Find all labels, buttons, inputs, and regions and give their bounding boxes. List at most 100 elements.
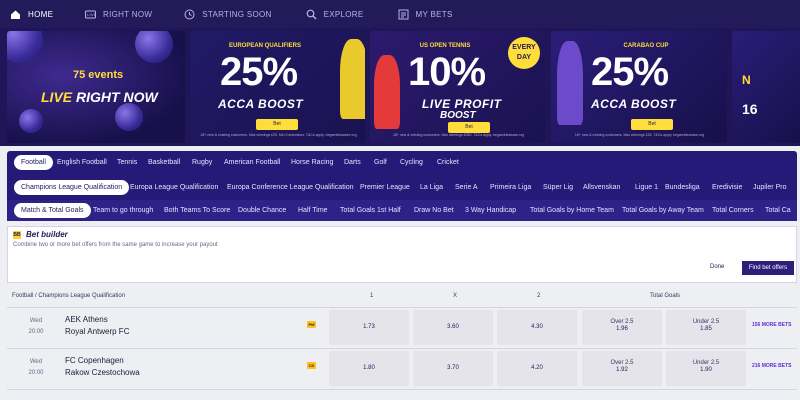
banner-boost-line2: BOOST [440,110,476,121]
nav-home[interactable]: HOME [0,0,65,28]
nav-explore[interactable]: EXPLORE [296,0,374,28]
sport-pill[interactable]: American Football [224,155,280,170]
banner-us-open-tennis[interactable]: EVERY DAY US OPEN TENNIS 10% LIVE PROFIT… [370,31,545,143]
market-pill[interactable]: Half Time [298,203,328,218]
market-pill[interactable]: Total Corners [712,203,754,218]
market-pill[interactable]: Team to go through [93,203,153,218]
competition-pill-selected[interactable]: Champions League Qualification [14,180,130,195]
sport-pill[interactable]: Cricket [437,155,459,170]
banner-terms: 18+ new & existing customers. Max winnin… [392,133,525,137]
nav-explore-label: EXPLORE [323,9,364,19]
event-time: 20:00 [28,329,44,335]
event-list-header: Football / Champions League Qualificatio… [7,287,797,307]
odds-draw[interactable]: 3.70 [413,351,493,386]
banner-tag: US OPEN TENNIS [419,43,471,49]
event-list: Football / Champions League Qualificatio… [7,287,797,400]
banner-boost: LIVE PROFIT [422,97,502,111]
competition-pill[interactable]: Ligue 1 [635,180,658,195]
odds-away[interactable]: 4.20 [497,351,577,386]
odds-draw[interactable]: 3.60 [413,310,493,345]
every-day-badge: EVERY DAY [508,37,540,69]
nav-my-bets[interactable]: MY BETS [388,0,463,28]
done-button[interactable]: Done [710,264,724,270]
nav-starting-soon[interactable]: STARTING SOON [174,0,281,28]
competition-pill[interactable]: Europa League Qualification [130,180,218,195]
banner-boost: ACCA BOOST [591,97,677,111]
market-pill[interactable]: Draw No Bet [414,203,454,218]
competition-pill[interactable]: La Liga [420,180,443,195]
nav-right-now[interactable]: LIVE RIGHT NOW [75,0,162,28]
sport-pill[interactable]: Darts [344,155,361,170]
more-bets-link[interactable]: 156 MORE BETS [752,322,791,328]
odds-under[interactable]: Under 2.5 1.90 [666,351,746,386]
promo-carousel: 75 events LIVE RIGHT NOW EUROPEAN QUALIF… [0,28,800,146]
odds-under[interactable]: Under 2.5 1.85 [666,310,746,345]
football-graphic [135,31,173,63]
odds-home[interactable]: 1.73 [329,310,409,345]
market-pill[interactable]: Total Goals 1st Half [340,203,401,218]
nav-right-now-label: RIGHT NOW [103,9,153,19]
clock-icon [184,9,195,20]
competition-pill[interactable]: Bundesliga [665,180,700,195]
market-pill[interactable]: Total Goals by Away Team [622,203,704,218]
banner-european-qualifiers[interactable]: EUROPEAN QUALIFIERS 25% ACCA BOOST Bet 1… [190,31,365,143]
competition-pill[interactable]: Primeira Liga [490,180,531,195]
breadcrumb[interactable]: Football / Champions League Qualificatio… [12,293,125,299]
sport-pill[interactable]: Cycling [400,155,423,170]
competition-pill[interactable]: Jupiler Pro [753,180,786,195]
away-team[interactable]: Royal Antwerp FC [65,327,129,336]
divider [7,348,797,349]
banner-next[interactable]: N 16 [732,31,800,143]
competition-pill[interactable]: Serie A [455,180,478,195]
event-day: Wed [29,359,43,365]
sport-pill[interactable]: Horse Racing [291,155,333,170]
more-bets-link[interactable]: 216 MORE BETS [752,363,791,369]
sport-pill[interactable]: English Football [57,155,107,170]
competition-pill[interactable]: Süper Lig [543,180,573,195]
banner-peek-text: 16 [742,101,758,117]
away-team[interactable]: Rakow Czestochowa [65,368,140,377]
event-time: 20:00 [28,370,44,376]
table-row[interactable]: Wed 20:00 FC Copenhagen Rakow Czestochow… [7,350,797,388]
sport-pill[interactable]: Basketball [148,155,180,170]
market-pill[interactable]: Both Teams To Score [164,203,230,218]
bet-builder-icon: BB [13,231,21,239]
market-pill-selected[interactable]: Match & Total Goals [14,203,91,218]
home-team[interactable]: AEK Athens [65,315,108,324]
search-icon [306,9,317,20]
live-tv-icon: LIVE [85,9,96,20]
bet-builder-title: Bet builder [26,230,68,239]
home-team[interactable]: FC Copenhagen [65,356,124,365]
competition-pill[interactable]: Europa Conference League Qualification [227,180,353,195]
football-graphic [115,103,143,131]
odds-home[interactable]: 1.80 [329,351,409,386]
sport-pill[interactable]: Golf [374,155,387,170]
competition-pill[interactable]: Eredivisie [712,180,742,195]
banner-bet-button[interactable]: Bet [448,122,490,133]
competition-pill[interactable]: Allsvenskan [583,180,620,195]
nav-starting-soon-label: STARTING SOON [202,9,272,19]
competition-filter-bar: Champions League Qualification Europa Le… [7,176,797,200]
banner-bet-button[interactable]: Bet [256,119,298,130]
odds-away[interactable]: 4.30 [497,310,577,345]
banner-live-right-now[interactable]: 75 events LIVE RIGHT NOW [7,31,185,143]
sport-pill[interactable]: Rugby [192,155,212,170]
odds-over[interactable]: Over 2.5 1.92 [582,351,662,386]
banner-bet-button[interactable]: Bet [631,119,673,130]
market-pill[interactable]: Total Goals by Home Team [530,203,614,218]
column-header-home: 1 [370,293,374,299]
competition-pill[interactable]: Premier League [360,180,410,195]
table-row[interactable]: Wed 20:00 AEK Athens Royal Antwerp FC PM… [7,309,797,347]
svg-text:LIVE: LIVE [87,12,96,17]
market-pill[interactable]: Double Chance [238,203,286,218]
market-pill[interactable]: 3 Way Handicap [465,203,516,218]
market-pill[interactable]: Total Ca [765,203,791,218]
banner-carabao-cup[interactable]: CARABAO CUP 25% ACCA BOOST Bet 18+ new &… [551,31,727,143]
find-bet-offers-button[interactable]: Find bet offers [742,261,794,275]
sport-pill[interactable]: Tennis [117,155,137,170]
odds-over[interactable]: Over 2.5 1.96 [582,310,662,345]
over-odds: 1.96 [616,326,628,332]
banner-terms: 18+ new & existing customers. Max winnin… [200,133,357,137]
under-label: Under 2.5 [692,360,720,366]
sport-pill-football[interactable]: Football [14,155,53,170]
